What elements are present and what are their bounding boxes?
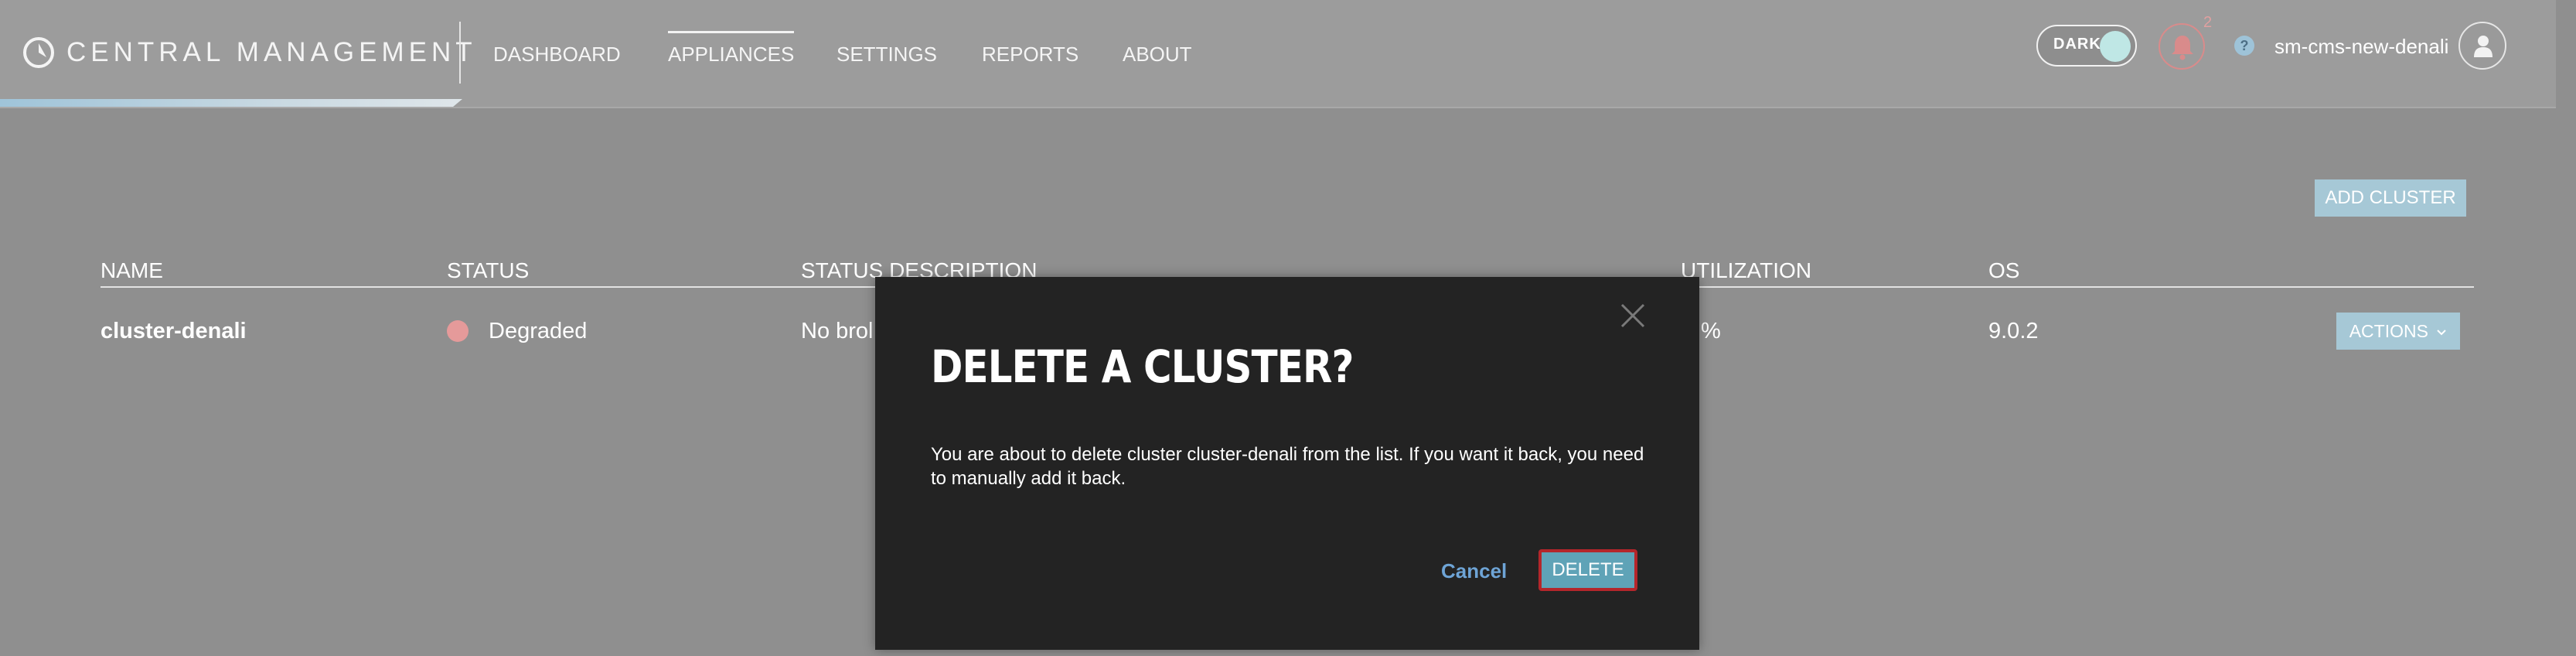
user-icon — [2474, 36, 2493, 57]
header-divider — [459, 22, 461, 84]
central-management-logo-icon — [23, 37, 54, 68]
nav-dashboard[interactable]: DASHBOARD — [493, 40, 621, 68]
notification-count-badge: 2 — [2203, 14, 2213, 31]
dark-mode-label: DARK — [2053, 36, 2101, 53]
delete-button[interactable]: DELETE — [1538, 549, 1637, 591]
actions-dropdown-button[interactable]: ACTIONS — [2336, 313, 2460, 350]
notifications-button[interactable] — [2159, 23, 2205, 70]
delete-cluster-dialog: DELETE A CLUSTER? You are about to delet… — [875, 277, 1699, 650]
header-edge — [2556, 0, 2576, 108]
help-icon[interactable]: ? — [2234, 36, 2254, 56]
nav-appliances[interactable]: APPLIANCES — [668, 31, 795, 68]
header-progress-bar — [0, 99, 462, 107]
toggle-knob — [2100, 31, 2131, 62]
cancel-button[interactable]: Cancel — [1441, 557, 1507, 585]
column-status: STATUS — [447, 258, 530, 282]
nav-reports[interactable]: REPORTS — [982, 40, 1078, 68]
user-avatar-button[interactable] — [2458, 22, 2506, 70]
dialog-title: DELETE A CLUSTER? — [931, 340, 1354, 393]
status-degraded-dot — [447, 320, 469, 342]
close-icon[interactable] — [1617, 300, 1648, 331]
chevron-down-icon — [2437, 330, 2447, 336]
dark-mode-toggle[interactable]: DARK — [2036, 25, 2137, 67]
nav-settings[interactable]: SETTINGS — [837, 40, 937, 68]
cluster-status-description: No brol — [801, 319, 874, 343]
bell-icon — [2172, 36, 2193, 60]
column-os: OS — [1988, 258, 2020, 282]
cluster-utilization: % — [1701, 319, 1721, 343]
nav-about[interactable]: ABOUT — [1123, 40, 1192, 68]
add-cluster-button[interactable]: ADD CLUSTER — [2315, 179, 2466, 217]
column-name: NAME — [101, 258, 163, 282]
column-utilization: UTILIZATION — [1681, 258, 1812, 282]
top-header: CENTRAL MANAGEMENT DASHBOARD APPLIANCES … — [0, 0, 2556, 108]
cluster-status: Degraded — [489, 319, 588, 343]
cluster-name[interactable]: cluster-denali — [101, 314, 247, 348]
brand-title: CENTRAL MANAGEMENT — [66, 37, 477, 67]
dialog-message: You are about to delete cluster cluster-… — [931, 444, 1644, 489]
username-label[interactable]: sm-cms-new-denali — [2274, 32, 2448, 60]
actions-label: ACTIONS — [2349, 321, 2428, 341]
cluster-os: 9.0.2 — [1988, 319, 2039, 343]
